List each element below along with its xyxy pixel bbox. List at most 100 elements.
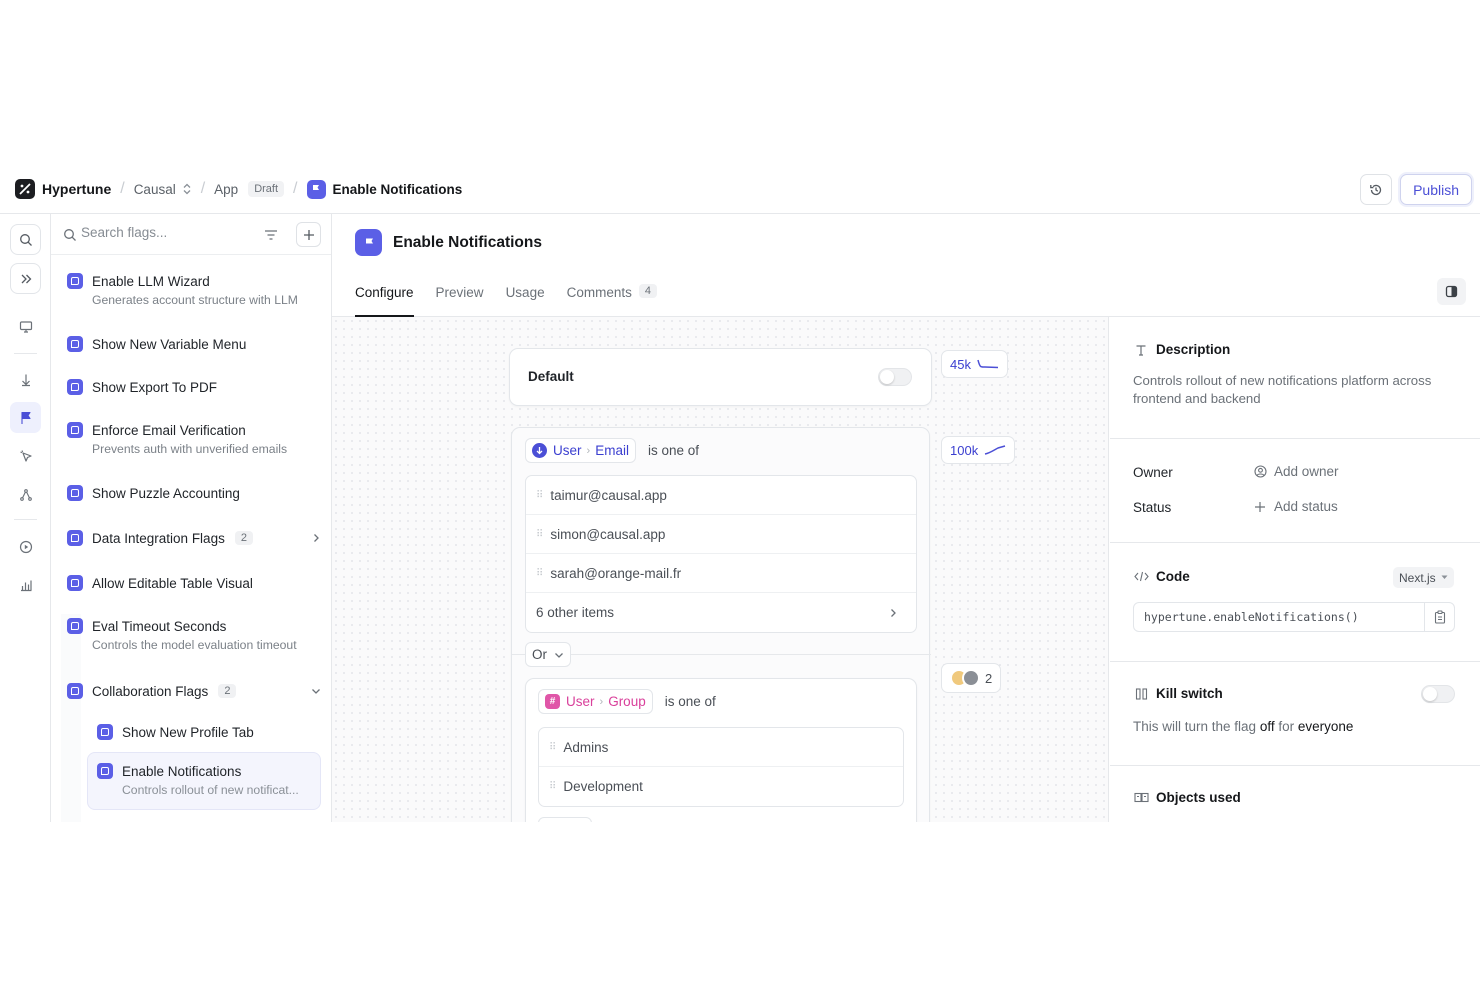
attribute-chip-user-group[interactable]: # User › Group: [538, 689, 653, 714]
flags-nav-icon[interactable]: [10, 402, 41, 433]
chevron-right-icon[interactable]: [311, 533, 321, 543]
operator-label[interactable]: is one of: [648, 443, 699, 458]
drag-handle-icon[interactable]: ⠿: [536, 529, 543, 540]
rail-divider: [14, 519, 37, 520]
history-button[interactable]: [1360, 174, 1393, 205]
chevron-down-icon: [555, 652, 563, 658]
tab-configure[interactable]: Configure: [355, 285, 414, 317]
rule-2-users[interactable]: 2: [941, 663, 1002, 693]
expand-button[interactable]: [10, 263, 41, 294]
brand-name[interactable]: Hypertune: [42, 181, 111, 197]
flag-item-selected[interactable]: Enable Notifications Controls rollout of…: [97, 763, 313, 797]
flag-item-title: Enable Notifications: [122, 763, 242, 779]
default-label: Default: [528, 369, 574, 384]
avatar: [962, 669, 980, 687]
flag-group-icon: [67, 683, 83, 699]
flag-item[interactable]: Show New Variable Menu: [67, 336, 321, 352]
add-flag-button[interactable]: [296, 222, 321, 247]
tab-label: Configure: [355, 285, 414, 300]
details-panel: Description Controls rollout of new noti…: [1110, 317, 1480, 822]
drag-handle-icon[interactable]: ⠿: [536, 490, 543, 501]
add-condition-dropdown[interactable]: [538, 817, 592, 822]
monitor-icon[interactable]: [15, 316, 36, 337]
kill-text-part: This will turn the flag: [1133, 719, 1260, 734]
project-switcher[interactable]: Causal: [134, 182, 192, 197]
avatar-count: 2: [985, 670, 993, 686]
kill-switch-toggle[interactable]: [1421, 685, 1455, 703]
drag-handle-icon[interactable]: ⠿: [536, 568, 543, 579]
sparkline-icon: [985, 445, 1006, 455]
pointer-icon[interactable]: [15, 445, 36, 466]
list-item[interactable]: ⠿ taimur@causal.app: [526, 476, 916, 515]
flag-group-collaboration[interactable]: Collaboration Flags 2: [67, 683, 321, 699]
hypertune-logo-icon[interactable]: [15, 179, 35, 199]
flag-list-panel: Enable LLM Wizard Generates account stru…: [51, 214, 332, 822]
tab-usage[interactable]: Usage: [506, 285, 545, 317]
flag-item-description: Generates account structure with LLM: [92, 293, 298, 307]
toggle-panel-button[interactable]: [1437, 278, 1466, 305]
flag-item[interactable]: Enforce Email Verification Prevents auth…: [67, 422, 321, 456]
flag-icon: [355, 229, 382, 256]
flag-item[interactable]: Show New Profile Tab: [97, 724, 321, 740]
flag-group-data-integration[interactable]: Data Integration Flags 2: [67, 530, 321, 546]
add-owner-button[interactable]: Add owner: [1254, 464, 1339, 479]
kill-text-emph: off: [1259, 719, 1275, 734]
section-title: Objects used: [1156, 790, 1241, 805]
search-button[interactable]: [10, 224, 41, 255]
breadcrumb-separator: /: [120, 180, 125, 197]
branch-icon[interactable]: [15, 484, 36, 505]
flag-group-title: Data Integration Flags: [92, 530, 225, 546]
default-toggle[interactable]: [878, 368, 912, 386]
hash-icon: #: [545, 694, 560, 709]
list-item[interactable]: ⠿ Admins: [539, 728, 903, 767]
plus-icon: [1255, 501, 1265, 512]
flag-item-title: Allow Editable Table Visual: [92, 575, 253, 591]
code-snippet-box[interactable]: hypertune.enableNotifications(): [1133, 602, 1455, 632]
list-item[interactable]: ⠿ sarah@orange-mail.fr: [526, 554, 916, 593]
objects-used-heading: Objects used: [1133, 790, 1241, 805]
draft-badge: Draft: [248, 181, 285, 197]
rule-1-eval-count[interactable]: 100k: [941, 436, 1016, 464]
project-name: Causal: [133, 181, 176, 197]
flag-item[interactable]: Eval Timeout Seconds Controls the model …: [67, 618, 321, 652]
flag-item[interactable]: Show Export To PDF: [67, 379, 321, 395]
rules-canvas: Default 45k User › Email is one of ⠿ tai…: [332, 317, 1109, 822]
default-eval-count[interactable]: 45k: [941, 350, 1008, 378]
framework-select[interactable]: Next.js: [1393, 567, 1454, 588]
list-item[interactable]: ⠿ simon@causal.app: [526, 515, 916, 554]
flag-item-title: Enforce Email Verification: [92, 422, 246, 438]
play-icon[interactable]: [15, 536, 36, 557]
chevron-down-icon[interactable]: [311, 686, 321, 696]
flag-item[interactable]: Show Puzzle Accounting: [67, 485, 321, 501]
filter-icon[interactable]: [264, 229, 278, 241]
flag-item-icon: [97, 763, 113, 779]
operator-label[interactable]: is one of: [665, 694, 716, 709]
default-rule-card[interactable]: Default: [509, 348, 932, 406]
tab-preview[interactable]: Preview: [436, 285, 484, 317]
or-dropdown[interactable]: Or: [525, 642, 571, 667]
rule-2-card: # User › Group is one of ⠿ Admins ⠿ Develo…: [525, 678, 917, 822]
bar-chart-icon[interactable]: [15, 574, 36, 595]
flag-item[interactable]: Enable LLM Wizard Generates account stru…: [67, 273, 321, 307]
comments-count-badge: 4: [638, 284, 657, 298]
history-icon: [1370, 184, 1382, 195]
add-status-button[interactable]: Add status: [1254, 499, 1338, 514]
attribute-chip-user-email[interactable]: User › Email: [525, 438, 636, 463]
arrow-down-icon[interactable]: [15, 369, 36, 390]
tab-comments[interactable]: Comments 4: [567, 284, 657, 317]
publish-button[interactable]: Publish: [1400, 174, 1472, 205]
more-items-row[interactable]: 6 other items: [526, 593, 916, 632]
description-text[interactable]: Controls rollout of new notifications pl…: [1133, 372, 1463, 408]
list-item[interactable]: ⠿ Development: [539, 767, 903, 806]
kill-text-part: for: [1274, 719, 1298, 734]
flag-item-icon: [67, 618, 83, 634]
flag-search-input[interactable]: [81, 225, 241, 240]
rule-group-card: User › Email is one of ⠿ taimur@causal.ap…: [511, 427, 931, 822]
copy-button[interactable]: [1424, 603, 1454, 631]
breadcrumb-flag-title[interactable]: Enable Notifications: [333, 182, 463, 197]
flag-item[interactable]: Allow Editable Table Visual: [67, 575, 321, 591]
list-item-value: taimur@causal.app: [550, 487, 667, 503]
drag-handle-icon[interactable]: ⠿: [549, 742, 556, 753]
breadcrumb-app[interactable]: App Draft: [214, 181, 285, 197]
drag-handle-icon[interactable]: ⠿: [549, 781, 556, 792]
